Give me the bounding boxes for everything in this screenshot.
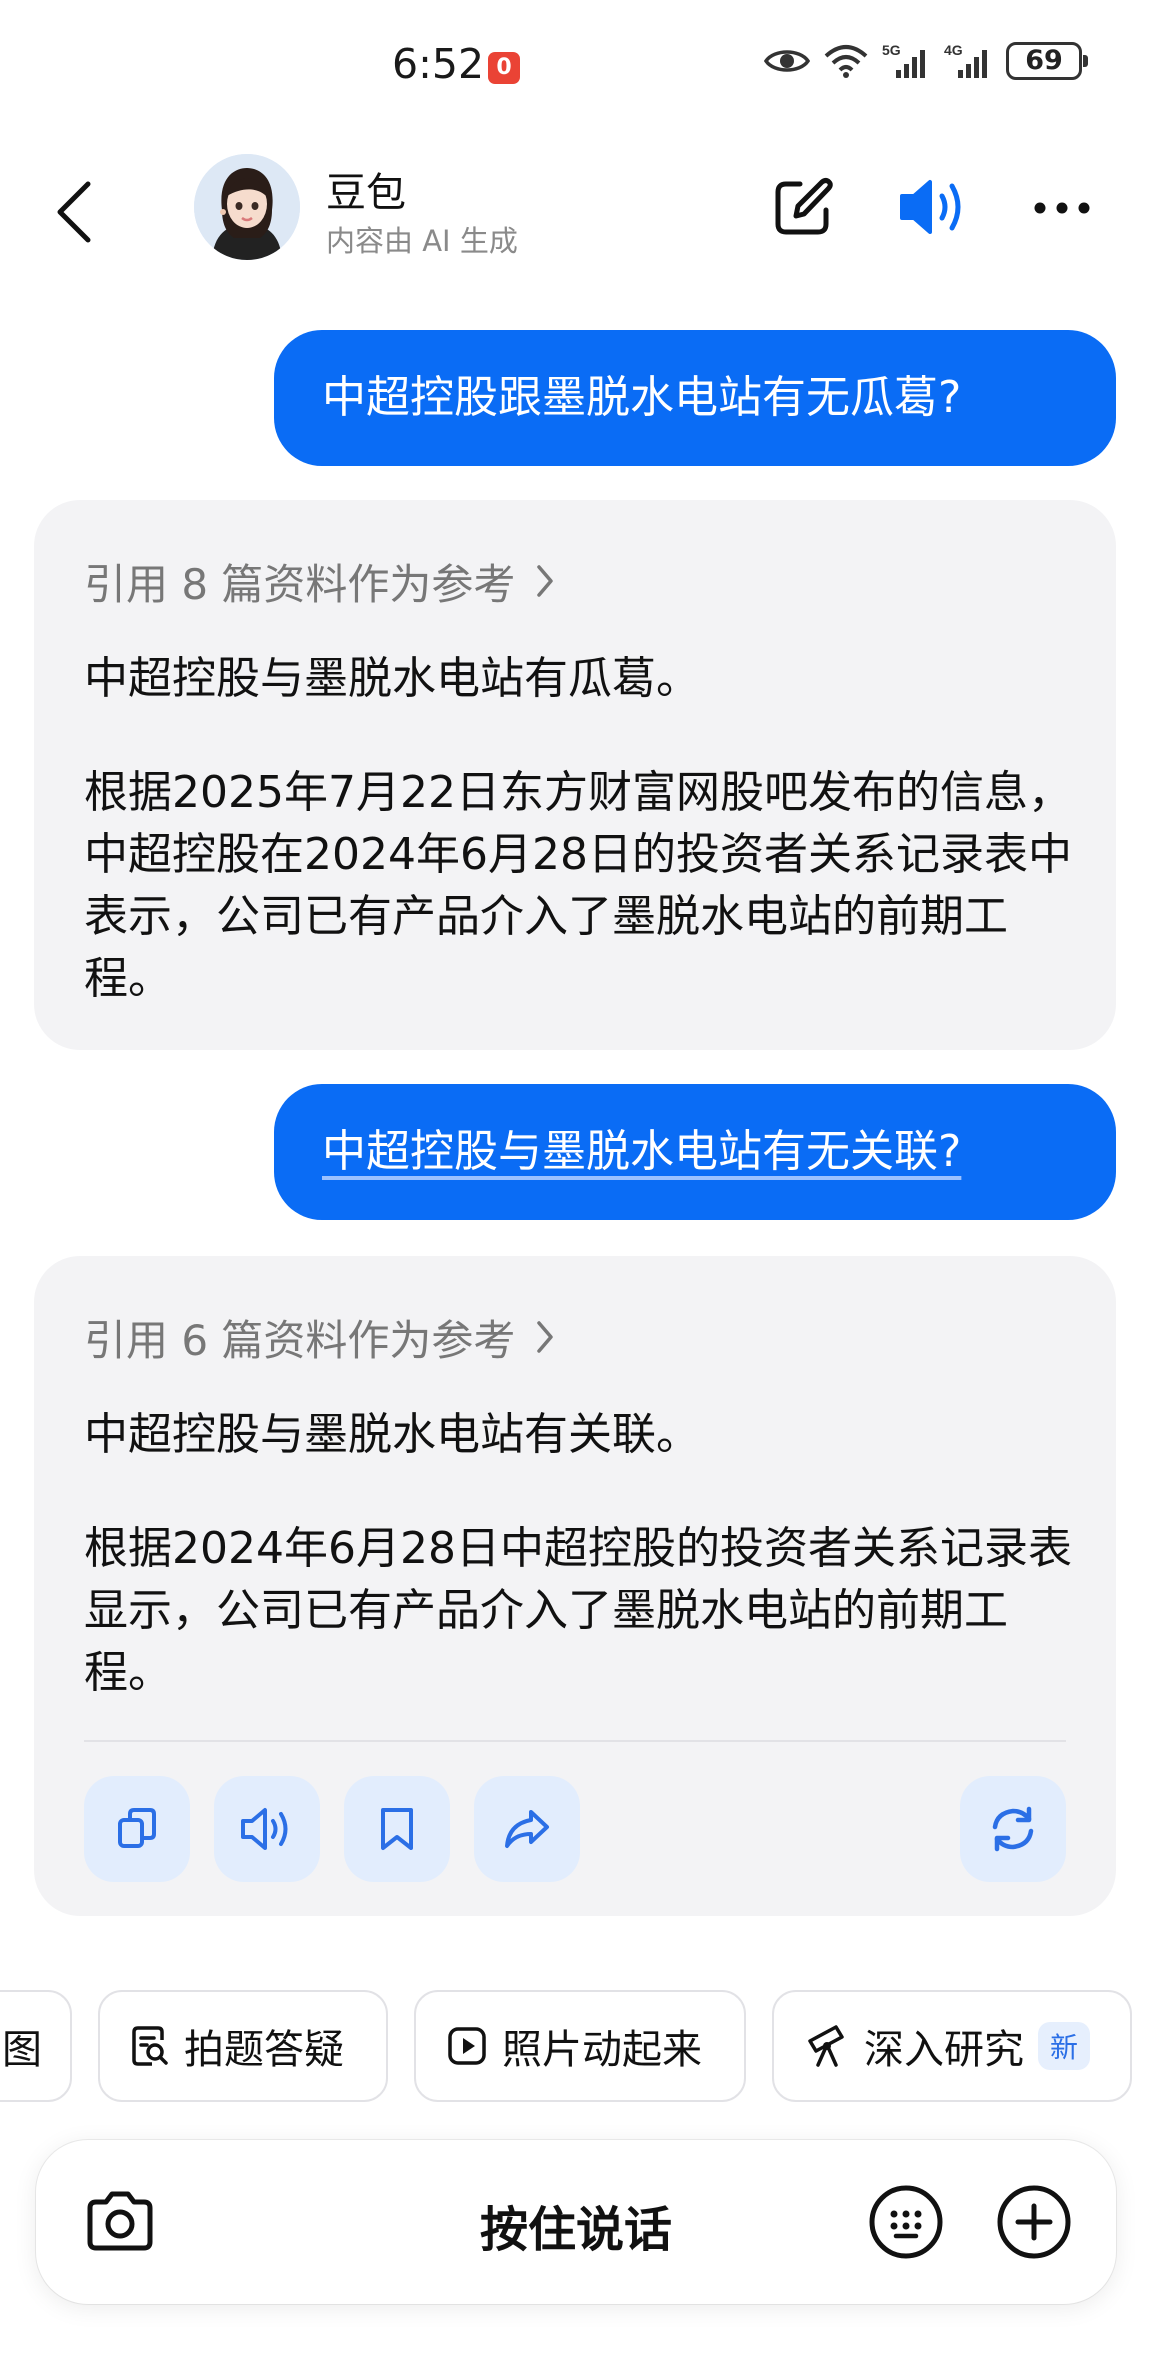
chip-photo-question[interactable]: 拍题答疑 — [98, 1990, 388, 2102]
svg-text:5G: 5G — [882, 42, 901, 58]
chevron-right-icon — [537, 1321, 554, 1353]
back-button[interactable] — [46, 170, 102, 254]
back-arrow-icon — [57, 181, 91, 243]
share-icon — [505, 1810, 549, 1848]
keyboard-icon — [869, 2185, 943, 2259]
copy-button[interactable] — [84, 1776, 190, 1882]
chip-deep-research[interactable]: 深入研究 新 — [772, 1990, 1132, 2102]
keyboard-toggle-button[interactable] — [862, 2178, 950, 2266]
chevron-right-icon — [537, 565, 554, 597]
regenerate-button[interactable] — [960, 1776, 1066, 1882]
plus-circle-icon — [997, 2185, 1071, 2259]
references-label: 引用 6 篇资料作为参考 — [84, 1315, 516, 1365]
user-message-text: 中超控股跟墨脱水电站有无瓜葛? — [322, 372, 962, 423]
bot-message: 引用 8 篇资料作为参考 中超控股与墨脱水电站有瓜葛。 根据2025年7月22日… — [34, 500, 1116, 1050]
status-bar: 6:52 0 5G 4G 69 — [0, 0, 1152, 130]
status-icons: 5G 4G 69 — [764, 42, 1088, 80]
regenerate-icon — [992, 1806, 1034, 1852]
play-icon — [448, 2027, 486, 2065]
hold-to-talk-button[interactable]: 按住说话 — [36, 2190, 1116, 2260]
chip-label: 深入研究 — [864, 2027, 1024, 2073]
photo-search-icon — [132, 2026, 168, 2066]
chip-label: 拍题答疑 — [184, 2027, 344, 2073]
recording-badge: 0 — [488, 52, 520, 84]
user-message[interactable]: 中超控股跟墨脱水电站有无瓜葛? — [274, 330, 1116, 466]
references-link[interactable]: 引用 6 篇资料作为参考 — [84, 1306, 1066, 1368]
suggestion-chips: 图 拍题答疑 照片动起来 深入研究 新 — [0, 1990, 1152, 2104]
bot-paragraph: 中超控股与墨脱水电站有关联。 — [84, 1409, 700, 1460]
speaker-icon — [900, 180, 961, 234]
read-aloud-button[interactable] — [214, 1776, 320, 1882]
bookmark-icon — [381, 1808, 413, 1850]
signal-4g-icon: 4G — [944, 42, 987, 78]
add-attachment-button[interactable] — [990, 2178, 1078, 2266]
svg-text:4G: 4G — [944, 42, 963, 58]
bot-paragraph: 根据2024年6月28日中超控股的投资者关系记录表显示，公司已有产品介入了墨脱水… — [84, 1523, 1072, 1698]
bot-message: 引用 6 篇资料作为参考 中超控股与墨脱水电站有关联。 根据2024年6月28日… — [34, 1256, 1116, 1916]
voice-playback-button[interactable] — [896, 174, 972, 240]
battery-indicator: 69 — [1006, 42, 1088, 80]
bot-avatar[interactable] — [194, 154, 300, 260]
bot-name: 豆包 — [326, 170, 406, 216]
eye-icon — [764, 50, 810, 72]
chip-animate-photo[interactable]: 照片动起来 — [414, 1990, 746, 2102]
signal-5g-icon: 5G — [882, 42, 925, 78]
more-icon — [1034, 202, 1090, 214]
ai-disclaimer: 内容由 AI 生成 — [326, 224, 518, 258]
chip-label: 图 — [2, 2027, 42, 2073]
bookmark-button[interactable] — [344, 1776, 450, 1882]
avatar-illustration — [194, 154, 300, 260]
telescope-icon — [808, 2025, 844, 2067]
user-message-text: 中超控股与墨脱水电站有无关联? — [322, 1126, 962, 1177]
references-link[interactable]: 引用 8 篇资料作为参考 — [84, 550, 1066, 612]
edit-icon — [775, 178, 833, 235]
bot-paragraph: 根据2025年7月22日东方财富网股吧发布的信息，中超控股在2024年6月28日… — [84, 767, 1072, 1004]
new-chat-button[interactable] — [770, 174, 836, 240]
references-label: 引用 8 篇资料作为参考 — [84, 559, 516, 609]
status-time: 6:52 — [392, 40, 485, 88]
wifi-icon — [824, 45, 868, 78]
more-menu-button[interactable] — [1026, 178, 1098, 238]
chip-label: 照片动起来 — [502, 2027, 702, 2073]
actions-divider — [84, 1740, 1066, 1742]
speaker-icon — [241, 1808, 288, 1850]
user-message[interactable]: 中超控股与墨脱水电站有无关联? — [274, 1084, 1116, 1220]
chip-image[interactable]: 图 — [0, 1990, 72, 2102]
copy-icon — [118, 1808, 156, 1848]
bot-paragraph: 中超控股与墨脱水电站有瓜葛。 — [84, 653, 700, 704]
chat-header: 豆包 内容由 AI 生成 — [0, 130, 1152, 300]
input-bar: 按住说话 — [36, 2140, 1116, 2304]
share-button[interactable] — [474, 1776, 580, 1882]
new-badge: 新 — [1038, 2022, 1091, 2070]
message-actions — [84, 1776, 1066, 1884]
